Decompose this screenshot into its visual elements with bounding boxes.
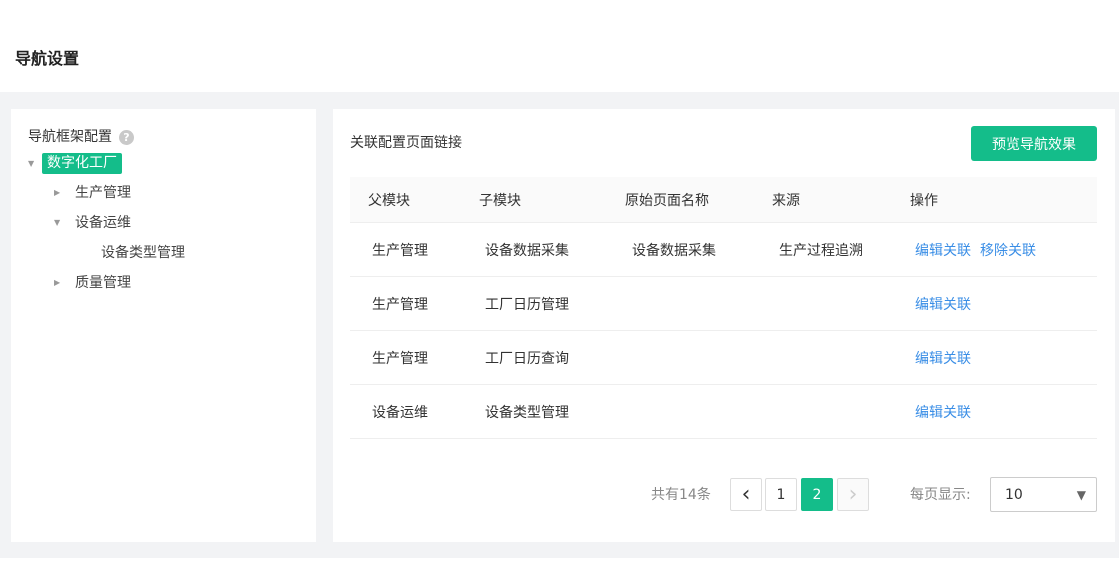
per-page-select[interactable]: 10 ▼: [990, 477, 1097, 512]
tree-node-root[interactable]: ▼ 数字化工厂: [28, 153, 122, 174]
page-title: 导航设置: [15, 49, 80, 68]
tree-title: 导航框架配置 ?: [28, 127, 134, 147]
tree-title-label: 导航框架配置: [28, 129, 112, 145]
prev-page-button[interactable]: ‹: [730, 478, 762, 511]
section-title: 关联配置页面链接: [350, 135, 462, 151]
table-row: 设备运维 设备类型管理 编辑关联: [350, 385, 1097, 439]
remove-link[interactable]: 移除关联: [980, 243, 1036, 259]
table-header: 父模块 子模块 原始页面名称 来源 操作: [350, 177, 1097, 223]
chevron-left-icon: ‹: [741, 481, 751, 507]
page-1-button[interactable]: 1: [765, 478, 797, 511]
tree-node-production[interactable]: ▶ 生产管理: [54, 183, 131, 203]
edit-link[interactable]: 编辑关联: [915, 243, 971, 259]
tree-node-equipment-type[interactable]: 设备类型管理: [101, 243, 185, 263]
tree-node-label[interactable]: 质量管理: [75, 273, 131, 293]
cell-actions: 编辑关联 移除关联: [905, 240, 1097, 260]
header-child: 子模块: [479, 192, 521, 209]
page-2-button[interactable]: 2: [801, 478, 833, 511]
header-actions: 操作: [910, 192, 938, 209]
cell-parent: 设备运维: [372, 404, 428, 421]
per-page-label: 每页显示:: [910, 487, 971, 503]
help-icon[interactable]: ?: [119, 129, 134, 145]
cell-child: 工厂日历查询: [485, 350, 569, 367]
tree-node-equipment[interactable]: ▼ 设备运维: [54, 213, 131, 233]
cell-parent: 生产管理: [372, 242, 428, 259]
cell-parent: 生产管理: [372, 296, 428, 313]
page-header: 导航设置: [0, 0, 1119, 92]
cell-original: 设备数据采集: [632, 242, 716, 259]
next-page-button[interactable]: ›: [837, 478, 869, 511]
cell-child: 工厂日历管理: [485, 296, 569, 313]
tree-node-label[interactable]: 生产管理: [75, 183, 131, 203]
edit-link[interactable]: 编辑关联: [915, 297, 971, 313]
per-page-value: 10: [1005, 486, 1023, 503]
header-parent: 父模块: [368, 192, 410, 209]
header-original: 原始页面名称: [625, 192, 709, 209]
caret-down-icon[interactable]: ▼: [28, 154, 42, 174]
edit-link[interactable]: 编辑关联: [915, 351, 971, 367]
tree-node-label-root[interactable]: 数字化工厂: [42, 153, 122, 174]
table-row: 生产管理 设备数据采集 设备数据采集 生产过程追溯 编辑关联 移除关联: [350, 223, 1097, 277]
link-table: 父模块 子模块 原始页面名称 来源 操作 生产管理 设备数据采集 设备数据采集 …: [350, 177, 1097, 439]
cell-parent: 生产管理: [372, 350, 428, 367]
preview-nav-button[interactable]: 预览导航效果: [971, 126, 1097, 161]
cell-actions: 编辑关联: [905, 348, 1097, 368]
tree-node-quality[interactable]: ▶ 质量管理: [54, 273, 131, 293]
tree-node-label[interactable]: 设备运维: [75, 213, 131, 233]
pagination-total: 共有14条: [651, 487, 711, 503]
caret-right-icon[interactable]: ▶: [54, 273, 68, 293]
cell-actions: 编辑关联: [905, 402, 1097, 422]
table-row: 生产管理 工厂日历查询 编辑关联: [350, 331, 1097, 385]
chevron-right-icon: ›: [848, 481, 858, 507]
bottom-strip: [0, 558, 1119, 570]
caret-right-icon[interactable]: ▶: [54, 183, 68, 203]
tree-node-label[interactable]: 设备类型管理: [101, 243, 185, 263]
cell-child: 设备数据采集: [485, 242, 569, 259]
cell-child: 设备类型管理: [485, 404, 569, 421]
chevron-down-icon: ▼: [1076, 487, 1086, 502]
header-source: 来源: [772, 192, 800, 209]
link-config-panel: 关联配置页面链接 预览导航效果 父模块 子模块 原始页面名称 来源 操作 生产管…: [333, 109, 1115, 542]
cell-actions: 编辑关联: [905, 294, 1097, 314]
edit-link[interactable]: 编辑关联: [915, 405, 971, 421]
cell-source: 生产过程追溯: [779, 242, 863, 259]
nav-tree-panel: 导航框架配置 ? ▼ 数字化工厂 ▶ 生产管理 ▼ 设备运维 设备类型管理 ▶ …: [11, 109, 316, 542]
table-row: 生产管理 工厂日历管理 编辑关联: [350, 277, 1097, 331]
caret-down-icon[interactable]: ▼: [54, 213, 68, 233]
